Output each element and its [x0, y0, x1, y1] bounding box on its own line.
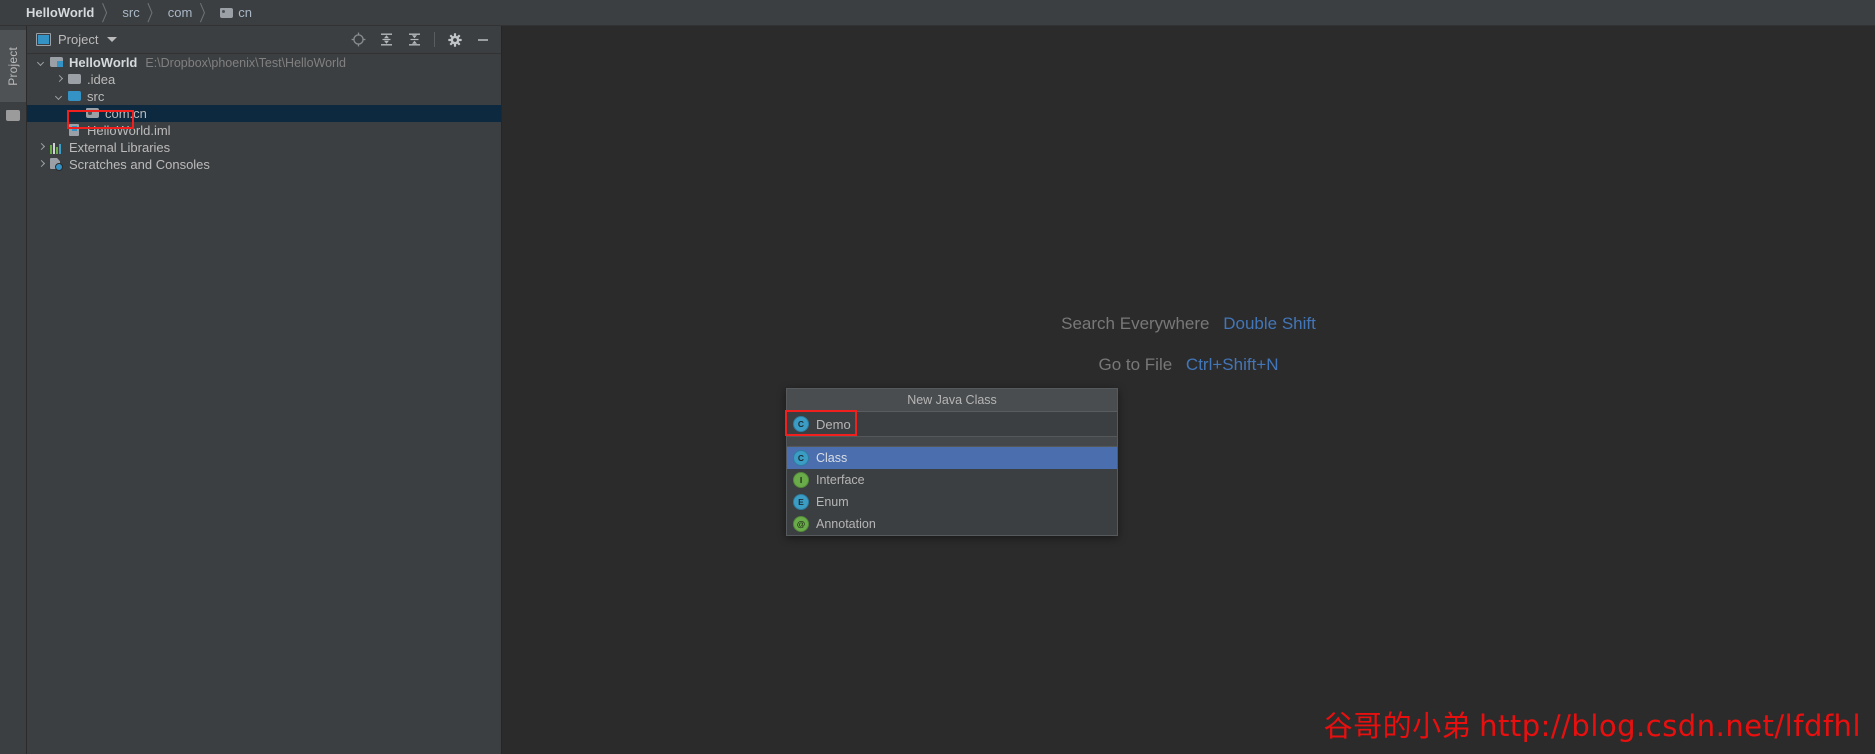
annotation-icon: @ — [793, 516, 809, 532]
source-folder-icon — [68, 90, 82, 103]
folder-icon — [68, 73, 82, 86]
tree-node-label: External Libraries — [69, 140, 171, 155]
list-item-label: Annotation — [816, 517, 876, 531]
project-tree: HelloWorld E:\Dropbox\phoenix\Test\Hello… — [27, 54, 501, 754]
hint-go-to-file: Go to File Ctrl+Shift+N — [502, 355, 1875, 375]
hint-search-everywhere: Search Everywhere Double Shift — [502, 314, 1875, 334]
watermark-author: 谷哥的小弟 — [1323, 709, 1472, 743]
annotation-icon-glyph: @ — [796, 518, 806, 529]
popup-separator — [787, 437, 1117, 447]
class-kind-list: C Class I Interface E Enum @ Annotation — [787, 447, 1117, 535]
tool-window-tab-project[interactable]: Project — [0, 30, 26, 102]
tree-node-external-libraries[interactable]: External Libraries — [27, 139, 501, 156]
breadcrumb-item-helloworld[interactable]: HelloWorld — [26, 5, 94, 20]
hint-action-label: Search Everywhere — [1061, 314, 1210, 333]
tree-node-path: E:\Dropbox\phoenix\Test\HelloWorld — [145, 55, 346, 70]
editor-shortcut-hints: Search Everywhere Double Shift Go to Fil… — [502, 314, 1875, 396]
page-title: Project — [58, 32, 99, 47]
tree-node-scratches-and-consoles[interactable]: Scratches and Consoles — [27, 156, 501, 173]
chevron-right-icon[interactable] — [55, 75, 64, 84]
popup-title: New Java Class — [787, 389, 1117, 412]
tree-node-helloworld-iml[interactable]: HelloWorld.iml — [27, 122, 501, 139]
scratches-icon — [50, 158, 64, 171]
hint-shortcut-label: Double Shift — [1223, 314, 1316, 333]
breadcrumb-separator: 〉 — [101, 0, 116, 25]
package-icon — [86, 107, 100, 120]
tree-node-label: HelloWorld.iml — [87, 123, 171, 138]
breadcrumb: HelloWorld 〉 src 〉 com 〉 cn — [0, 0, 1875, 26]
tree-node-src[interactable]: src — [27, 88, 501, 105]
project-window-icon — [36, 33, 51, 46]
list-item-enum[interactable]: E Enum — [787, 491, 1117, 513]
breadcrumb-item-src[interactable]: src — [122, 5, 139, 20]
interface-icon-glyph: I — [799, 474, 803, 485]
class-icon-glyph: C — [797, 418, 805, 429]
tree-node-helloworld[interactable]: HelloWorld E:\Dropbox\phoenix\Test\Hello… — [27, 54, 501, 71]
tree-node-com-cn[interactable]: com.cn — [27, 105, 501, 122]
locate-target-icon[interactable] — [347, 29, 369, 51]
breadcrumb-label: cn — [238, 5, 253, 20]
chevron-down-icon[interactable] — [55, 92, 64, 101]
breadcrumb-item-cn[interactable]: cn — [220, 5, 252, 20]
collapse-all-icon[interactable] — [403, 29, 425, 51]
class-name-input-value: Demo — [816, 416, 851, 432]
tree-node-label: HelloWorld — [69, 55, 138, 70]
breadcrumb-label: HelloWorld — [26, 5, 95, 20]
tree-node-label: .idea — [87, 72, 116, 87]
chevron-right-icon[interactable] — [37, 160, 46, 169]
new-java-class-popup: New Java Class C Demo C Class I Interfac… — [785, 388, 1118, 536]
external-libraries-icon — [50, 141, 64, 154]
hint-action-label: Go to File — [1098, 355, 1173, 374]
class-name-input[interactable]: C Demo — [787, 412, 1117, 437]
watermark: 谷哥的小弟 http://blog.csdn.net/lfdfhl — [1324, 703, 1861, 745]
tool-window-tab-label: Project — [6, 46, 20, 86]
project-panel-title-group[interactable]: Project — [27, 32, 118, 47]
chevron-down-icon[interactable] — [37, 58, 46, 67]
gear-icon[interactable] — [444, 29, 466, 51]
breadcrumb-label: src — [122, 5, 140, 20]
class-icon: C — [793, 450, 809, 466]
hint-shortcut-label: Ctrl+Shift+N — [1185, 355, 1279, 374]
chevron-down-icon[interactable] — [107, 37, 118, 42]
iml-file-icon — [68, 124, 82, 137]
class-icon-glyph: C — [797, 452, 805, 463]
expand-all-icon[interactable] — [375, 29, 397, 51]
folder-icon[interactable] — [6, 110, 20, 121]
interface-icon: I — [793, 472, 809, 488]
breadcrumb-item-com[interactable]: com — [168, 5, 193, 20]
breadcrumb-label: com — [167, 5, 193, 20]
breadcrumb-separator: 〉 — [199, 0, 214, 25]
tree-node-label: Scratches and Consoles — [69, 157, 210, 172]
watermark-url: http://blog.csdn.net/lfdfhl — [1479, 709, 1861, 743]
enum-icon-glyph: E — [798, 496, 804, 507]
breadcrumb-separator: 〉 — [146, 0, 161, 25]
list-item-interface[interactable]: I Interface — [787, 469, 1117, 491]
project-panel-toolbar — [347, 26, 494, 53]
tree-node-label: src — [87, 89, 105, 104]
tree-node-idea[interactable]: .idea — [27, 71, 501, 88]
left-tool-strip: Project — [0, 26, 27, 754]
chevron-right-icon[interactable] — [37, 143, 46, 152]
minimize-icon[interactable] — [472, 29, 494, 51]
toolbar-divider — [434, 32, 435, 47]
project-tool-window: Project HelloWorld E:\Dropbox\phoenix\Te… — [27, 26, 502, 754]
enum-icon: E — [793, 494, 809, 510]
list-item-label: Interface — [816, 473, 865, 487]
tree-node-label: com.cn — [105, 106, 147, 121]
list-item-annotation[interactable]: @ Annotation — [787, 513, 1117, 535]
folder-icon — [220, 7, 234, 18]
list-item-label: Enum — [816, 495, 849, 509]
list-item-class[interactable]: C Class — [787, 447, 1117, 469]
idea-window: HelloWorld 〉 src 〉 com 〉 cn Project Proj… — [0, 0, 1875, 754]
list-item-label: Class — [816, 451, 848, 465]
editor-area: Search Everywhere Double Shift Go to Fil… — [502, 26, 1875, 754]
class-icon: C — [793, 416, 809, 432]
project-panel-header: Project — [27, 26, 501, 54]
module-icon — [50, 56, 64, 69]
